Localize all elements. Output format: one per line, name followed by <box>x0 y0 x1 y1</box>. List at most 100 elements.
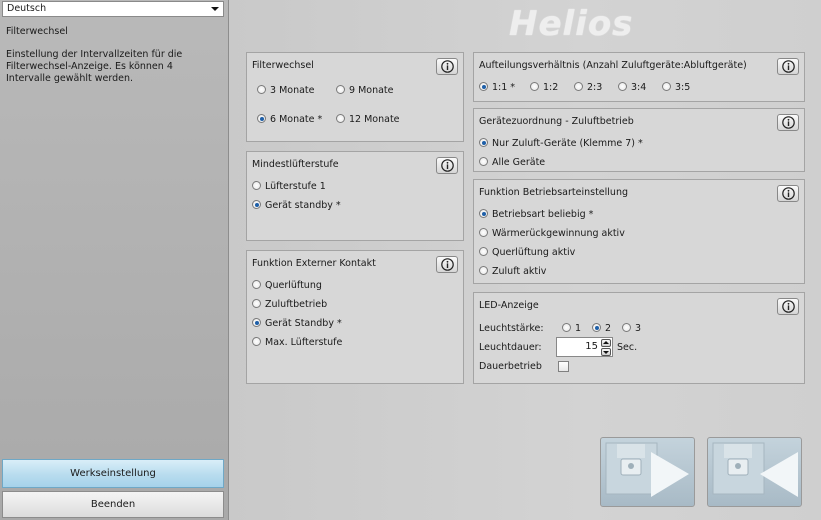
info-icon <box>782 116 795 129</box>
radio-circle <box>562 323 571 332</box>
continuous-label: Dauerbetrieb <box>479 361 542 372</box>
radio-brightness-1[interactable]: 1 <box>562 323 581 335</box>
dropdown-arrow-icon <box>211 7 219 11</box>
radio-label: 1 <box>575 323 582 334</box>
help-description: Einstellung der Intervallzeiten für die … <box>6 49 183 84</box>
radio-device-standby[interactable]: Gerät standby * <box>252 200 341 212</box>
radio-circle <box>622 323 631 332</box>
radio-filter-9[interactable]: 9 Monate <box>336 85 394 97</box>
radio-label: Querlüftung <box>265 280 322 291</box>
radio-circle <box>479 228 488 237</box>
info-icon <box>782 300 795 313</box>
radio-circle <box>257 85 266 94</box>
info-button[interactable] <box>777 185 799 202</box>
duration-stepper[interactable]: 15 <box>556 337 613 357</box>
panel-title: LED-Anzeige <box>479 300 539 311</box>
info-button[interactable] <box>777 298 799 315</box>
radio-ratio-2-3[interactable]: 2:3 <box>574 82 602 94</box>
radio-circle <box>618 82 627 91</box>
radio-heat-recovery[interactable]: Wärmerückgewinnung aktiv <box>479 228 625 240</box>
radio-standby[interactable]: Gerät Standby * <box>252 318 342 330</box>
radio-circle <box>592 323 601 332</box>
panel-title: Funktion Betriebsarteinstellung <box>479 187 628 198</box>
radio-label: Max. Lüfterstufe <box>265 337 343 348</box>
radio-supply-only[interactable]: Nur Zuluft-Geräte (Klemme 7) * <box>479 138 643 150</box>
radio-ratio-3-5[interactable]: 3:5 <box>662 82 690 94</box>
stepper-down-icon[interactable] <box>601 348 611 356</box>
radio-circle <box>252 318 261 327</box>
radio-brightness-3[interactable]: 3 <box>622 323 641 335</box>
radio-cross-ventilation-active[interactable]: Querlüftung aktiv <box>479 247 575 259</box>
radio-circle <box>479 266 488 275</box>
radio-label: Lüfterstufe 1 <box>265 181 326 192</box>
continuous-checkbox[interactable] <box>558 361 569 372</box>
sidebar: Deutsch Filterwechsel Einstellung der In… <box>0 0 229 520</box>
radio-circle <box>336 85 345 94</box>
radio-ratio-1-2[interactable]: 1:2 <box>530 82 558 94</box>
main-area: Helios Filterwechsel 3 Monate 9 Monate 6… <box>229 0 821 520</box>
panel-title: Funktion Externer Kontakt <box>252 258 376 269</box>
radio-label: Nur Zuluft-Geräte (Klemme 7) * <box>492 138 643 149</box>
radio-label: 1:2 <box>543 82 559 93</box>
info-button[interactable] <box>777 58 799 75</box>
language-select[interactable]: Deutsch <box>2 1 224 17</box>
brightness-label: Leuchtstärke: <box>479 323 544 334</box>
radio-label: Alle Geräte <box>492 157 546 168</box>
panel-distribution-ratio: Aufteilungsverhältnis (Anzahl Zuluftgerä… <box>473 52 805 102</box>
duration-label: Leuchtdauer: <box>479 342 542 353</box>
radio-label: Betriebsart beliebig * <box>492 209 594 220</box>
info-button[interactable] <box>436 58 458 75</box>
help-title: Filterwechsel <box>6 26 68 37</box>
radio-cross-ventilation[interactable]: Querlüftung <box>252 280 322 292</box>
info-icon <box>441 258 454 271</box>
panel-device-assignment: Gerätezuordnung - Zuluftbetrieb Nur Zulu… <box>473 108 805 172</box>
radio-label: 12 Monate <box>349 114 400 125</box>
info-icon <box>441 159 454 172</box>
radio-filter-3[interactable]: 3 Monate <box>257 85 315 97</box>
radio-supply-operation[interactable]: Zuluftbetrieb <box>252 299 327 311</box>
panel-title: Aufteilungsverhältnis (Anzahl Zuluftgerä… <box>479 60 747 71</box>
radio-label: 1:1 * <box>492 82 516 93</box>
radio-brightness-2[interactable]: 2 <box>592 323 611 335</box>
radio-circle <box>252 181 261 190</box>
panel-filter-change: Filterwechsel 3 Monate 9 Monate 6 Monate… <box>246 52 464 142</box>
helios-logo: Helios <box>509 4 634 44</box>
radio-max-fan-level[interactable]: Max. Lüfterstufe <box>252 337 342 349</box>
info-button[interactable] <box>436 256 458 273</box>
radio-circle <box>574 82 583 91</box>
panel-title: Mindestlüfterstufe <box>252 159 339 170</box>
panel-operating-mode: Funktion Betriebsarteinstellung Betriebs… <box>473 179 805 284</box>
radio-fan-level-1[interactable]: Lüfterstufe 1 <box>252 181 326 193</box>
save-forward-button[interactable] <box>600 437 695 507</box>
radio-filter-12[interactable]: 12 Monate <box>336 114 400 126</box>
factory-settings-button[interactable]: Werkseinstellung <box>2 459 224 488</box>
radio-mode-any[interactable]: Betriebsart beliebig * <box>479 209 593 221</box>
radio-circle <box>530 82 539 91</box>
panel-title: Filterwechsel <box>252 60 314 71</box>
save-back-button[interactable] <box>707 437 802 507</box>
info-icon <box>782 187 795 200</box>
radio-ratio-1-1[interactable]: 1:1 * <box>479 82 515 94</box>
panel-min-fan-level: Mindestlüfterstufe Lüfterstufe 1 Gerät s… <box>246 151 464 241</box>
radio-all-devices[interactable]: Alle Geräte <box>479 157 545 169</box>
info-icon <box>441 60 454 73</box>
info-button[interactable] <box>777 114 799 131</box>
radio-label: 2 <box>605 323 612 334</box>
info-button[interactable] <box>436 157 458 174</box>
radio-circle <box>252 299 261 308</box>
radio-label: Wärmerückgewinnung aktiv <box>492 228 625 239</box>
radio-label: 3 Monate <box>270 85 315 96</box>
radio-circle <box>479 247 488 256</box>
radio-label: Zuluft aktiv <box>492 266 547 277</box>
radio-filter-6[interactable]: 6 Monate * <box>257 114 322 126</box>
radio-supply-active[interactable]: Zuluft aktiv <box>479 266 546 278</box>
radio-ratio-3-4[interactable]: 3:4 <box>618 82 646 94</box>
radio-circle <box>479 157 488 166</box>
duration-unit: Sec. <box>617 342 638 353</box>
radio-label: 9 Monate <box>349 85 394 96</box>
radio-label: 3:5 <box>675 82 691 93</box>
duration-value: 15 <box>585 341 598 352</box>
quit-button[interactable]: Beenden <box>2 491 224 518</box>
stepper-up-icon[interactable] <box>601 339 611 347</box>
radio-circle <box>336 114 345 123</box>
